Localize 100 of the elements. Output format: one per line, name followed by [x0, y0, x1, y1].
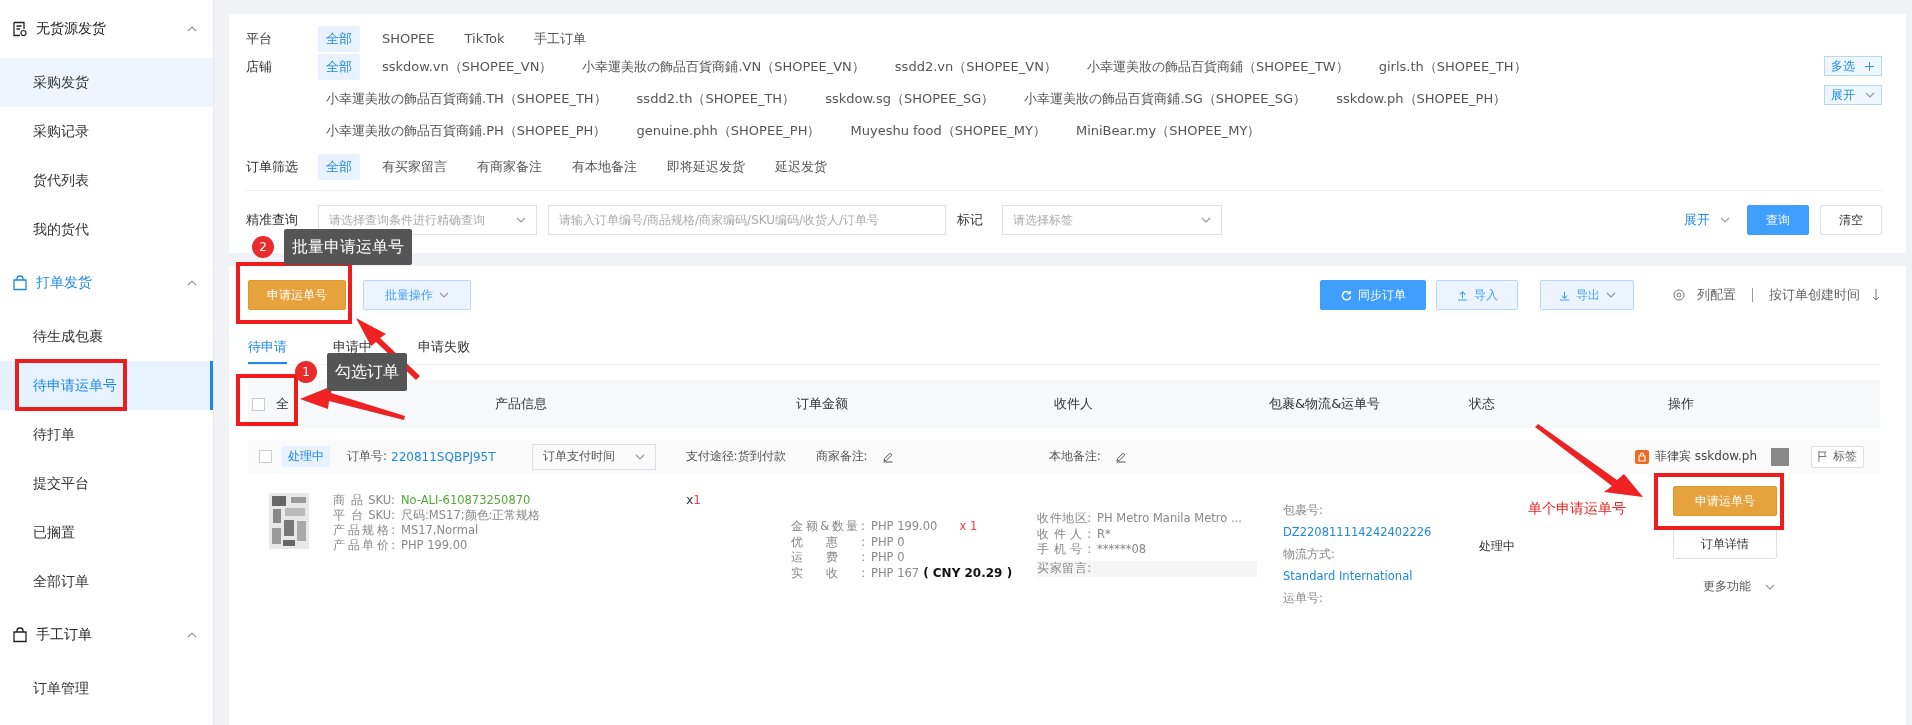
chevron-down-icon — [1720, 217, 1730, 223]
order-number-link[interactable]: 220811SQBPJ95T — [391, 449, 496, 464]
sidebar-item[interactable]: 全部订单 — [0, 557, 213, 606]
column-header: 状态 — [1469, 395, 1495, 413]
field-label: 手机号: — [1037, 542, 1091, 558]
filter-option[interactable]: TikTok — [456, 26, 513, 52]
settings-icon — [1673, 289, 1685, 301]
field-value: PHP 199.00 — [871, 519, 938, 535]
filter-option[interactable]: 有本地备注 — [564, 154, 645, 180]
field-label: 产品规格: — [333, 523, 395, 538]
sidebar-item[interactable]: 待打单 — [0, 410, 213, 459]
field-value: No-ALI-610873250870 — [401, 493, 531, 508]
filter-option[interactable]: SHOPEE — [374, 26, 443, 52]
sidebar-item[interactable]: 订单管理 — [0, 664, 213, 713]
sidebar-item[interactable]: 待生成包裹 — [0, 312, 213, 361]
chevron-down-icon — [516, 217, 526, 223]
chevron-up-icon — [187, 26, 197, 32]
filter-option[interactable]: 小幸運美妝の飾品百貨商鋪.SG（SHOPEE_SG） — [1016, 86, 1315, 112]
quantity: x1 — [686, 493, 701, 509]
field-label: 收件地区: — [1037, 511, 1091, 527]
filter-option[interactable]: 即将延迟发货 — [659, 154, 753, 180]
filter-option[interactable]: sskdow.vn（SHOPEE_VN） — [374, 54, 561, 80]
filter-label: 订单筛选 — [246, 158, 299, 176]
filter-option[interactable]: 手工订单 — [526, 26, 595, 52]
clear-button[interactable]: 清空 — [1820, 205, 1882, 235]
payment-method: 支付途径:货到付款 — [685, 448, 786, 465]
package-link[interactable]: Standard International — [1283, 565, 1461, 587]
group-title: 无货源发货 — [36, 20, 107, 38]
filter-label: 标记 — [957, 211, 983, 229]
field-value: PHP 167 — [871, 565, 920, 581]
download-icon — [1558, 289, 1570, 301]
more-actions-link[interactable]: 更多功能 — [1697, 578, 1781, 595]
sidebar-group[interactable]: 手工订单 — [0, 606, 213, 664]
converted-amount: ( CNY 20.29 ) — [923, 565, 1013, 581]
multi-select-button[interactable]: 多选 — [1824, 56, 1882, 76]
filter-label: 平台 — [246, 30, 273, 48]
checkbox[interactable] — [259, 450, 272, 463]
field-label: 运单号: — [1283, 590, 1324, 607]
field-label: 物流方式: — [1283, 546, 1336, 563]
upload-icon — [1456, 289, 1468, 301]
sidebar-item[interactable]: 采购发货 — [0, 58, 213, 107]
annotation-note: 单个申请运单号 — [1528, 500, 1626, 518]
order-number-label: 订单号: — [347, 448, 388, 465]
field-value: PHP 0 — [871, 534, 905, 550]
callout-tooltip: 勾选订单 — [327, 353, 407, 391]
filter-option[interactable]: 小幸運美妝の飾品百貨商鋪.PH（SHOPEE_PH） — [318, 118, 615, 144]
expand-button[interactable]: 展开 — [1824, 85, 1882, 105]
group-title: 手工订单 — [36, 626, 93, 644]
status-tab[interactable]: 申请失败 — [418, 332, 470, 364]
shop-name: 菲律宾 sskdow.ph — [1655, 448, 1757, 465]
sidebar-group[interactable]: 打单发货 — [0, 254, 213, 312]
sidebar-item[interactable]: 采购记录 — [0, 107, 213, 156]
filter-option[interactable]: sskdow.ph（SHOPEE_PH） — [1328, 86, 1515, 112]
edit-icon[interactable] — [1114, 450, 1127, 463]
filter-label: 店铺 — [246, 58, 273, 76]
order-detail-button[interactable]: 订单详情 — [1673, 529, 1777, 559]
filter-option[interactable]: 小幸運美妝の飾品百貨商鋪（SHOPEE_TW） — [1078, 54, 1357, 80]
filter-option[interactable]: ssdd2.th（SHOPEE_TH） — [628, 86, 804, 112]
filter-option[interactable]: sskdow.sg（SHOPEE_SG） — [817, 86, 1003, 112]
sidebar-item[interactable]: 我的货代 — [0, 205, 213, 254]
bag-icon — [12, 275, 28, 291]
field-label: 收件人: — [1037, 526, 1091, 542]
time-select[interactable]: 订单支付时间 — [531, 443, 656, 470]
column-config-link[interactable]: 列配置 — [1691, 285, 1742, 305]
filter-option[interactable]: MiniBear.my（SHOPEE_MY） — [1067, 118, 1269, 144]
filter-option[interactable]: 延迟发货 — [767, 154, 835, 180]
sort-link[interactable]: 按订单创建时间 — [1763, 285, 1866, 305]
filter-option[interactable]: 有商家备注 — [469, 154, 550, 180]
sidebar-group[interactable]: 无货源发货 — [0, 0, 213, 58]
status-tag: 处理中 — [282, 446, 330, 467]
column-header: 操作 — [1668, 395, 1694, 413]
sidebar-item[interactable]: 提交平台 — [0, 459, 213, 508]
status-tab[interactable]: 待申请 — [248, 332, 287, 364]
filter-option[interactable]: ssdd2.vn（SHOPEE_VN） — [886, 54, 1065, 80]
step-badge: 2 — [252, 236, 274, 258]
field-value: MS17,Normal — [401, 523, 479, 538]
field-label: 产品单价: — [333, 538, 395, 553]
filter-option[interactable]: 小幸運美妝の飾品百貨商鋪.VN（SHOPEE_VN） — [574, 54, 873, 80]
filter-option[interactable]: Muyeshu food（SHOPEE_MY） — [842, 118, 1054, 144]
filter-option[interactable]: genuine.phh（SHOPEE_PH） — [628, 118, 829, 144]
edit-icon[interactable] — [881, 450, 894, 463]
checkbox[interactable] — [252, 397, 265, 411]
field-value: R* — [1097, 526, 1111, 542]
filter-option[interactable]: 有买家留言 — [374, 154, 455, 180]
filter-option[interactable]: 小幸運美妝の飾品百貨商鋪.TH（SHOPEE_TH） — [318, 86, 615, 112]
callout-tooltip: 批量申请运单号 — [284, 229, 412, 265]
sidebar-item[interactable]: 货代列表 — [0, 156, 213, 205]
chevron-down-icon — [1865, 92, 1875, 98]
filter-option[interactable]: girls.th（SHOPEE_TH） — [1370, 54, 1535, 80]
keyword-field[interactable]: 请输入订单编号/商品规格/商家编码/SKU编码/收货人/订单号 — [548, 205, 946, 235]
merchant-note-label: 商家备注: — [815, 448, 868, 465]
field-value: ******08 — [1097, 542, 1147, 558]
column-header: 产品信息 — [495, 395, 547, 413]
field-label: 运费: — [791, 550, 865, 566]
sidebar-item[interactable]: 已搁置 — [0, 508, 213, 557]
expand-link[interactable]: 展开 — [1678, 210, 1736, 230]
field-value: 尺码:MS17;颜色:正常规格 — [401, 508, 541, 523]
package-link[interactable]: DZ220811114242402226 — [1283, 521, 1461, 543]
tag-button[interactable]: 标签 — [1811, 445, 1864, 468]
chevron-down-icon — [439, 292, 449, 298]
